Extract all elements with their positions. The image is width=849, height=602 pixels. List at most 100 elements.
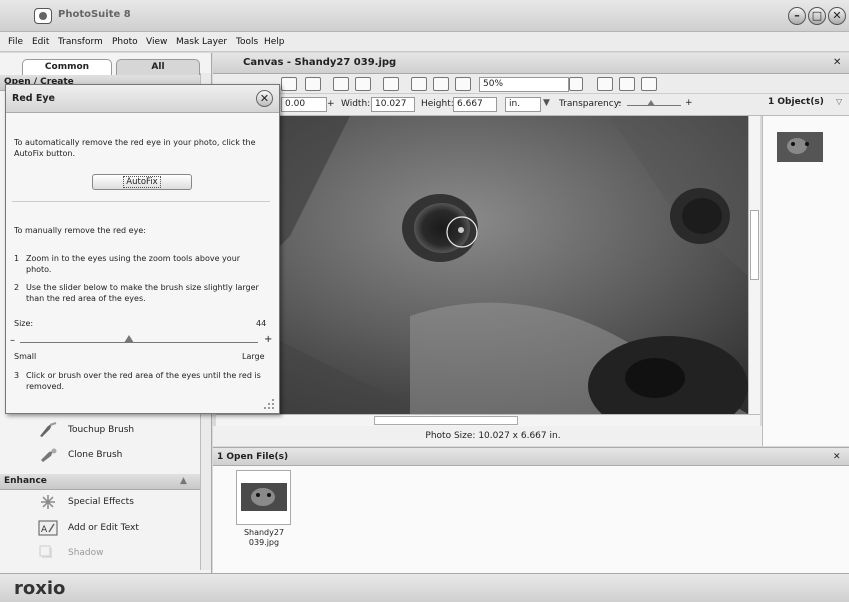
plus-icon[interactable]: + xyxy=(327,99,335,109)
photo-canvas[interactable] xyxy=(230,116,748,414)
canvas-vertical-scrollbar[interactable] xyxy=(748,116,760,414)
menu-photo[interactable]: Photo xyxy=(112,37,138,47)
size-value: 44 xyxy=(256,319,267,328)
horizontal-scroll-thumb[interactable] xyxy=(374,416,518,425)
zoom-tool-icon[interactable] xyxy=(455,77,471,91)
rotate-right-icon[interactable] xyxy=(355,77,371,91)
brush-size-slider[interactable] xyxy=(20,342,258,343)
print-icon[interactable] xyxy=(619,77,635,91)
open-file-name[interactable]: Shandy27 039.jpg xyxy=(232,528,296,548)
dialog-intro: To automatically remove the red eye in y… xyxy=(14,138,256,158)
menu-mask-layer[interactable]: Mask Layer xyxy=(176,37,227,47)
step-number: 2 xyxy=(14,283,20,292)
section-enhance-label: Enhance xyxy=(4,476,47,486)
zoom-in-icon[interactable] xyxy=(305,77,321,91)
width-label: Width: xyxy=(341,99,371,109)
tool-label: Touchup Brush xyxy=(68,425,135,435)
divider xyxy=(12,201,270,202)
resize-grip-icon[interactable] xyxy=(263,398,275,410)
zoom-value: 50% xyxy=(483,79,504,89)
objects-panel xyxy=(762,116,849,446)
transparency-label: Transparency: xyxy=(559,99,622,109)
object-thumbnail[interactable] xyxy=(777,132,823,162)
zoom-select[interactable]: 50% xyxy=(479,77,569,92)
unit-value: in. xyxy=(509,99,521,109)
align-icon[interactable] xyxy=(383,77,399,91)
width-value: 10.027 xyxy=(375,99,407,109)
app-logo-icon xyxy=(34,8,52,24)
transparency-slider-thumb[interactable] xyxy=(647,100,655,106)
height-value: 6.667 xyxy=(457,99,483,109)
chevron-down-icon[interactable] xyxy=(569,77,583,91)
close-icon[interactable]: ✕ xyxy=(256,90,273,107)
shadow-icon xyxy=(39,545,52,558)
save-icon[interactable] xyxy=(597,77,613,91)
transparency-minus-icon[interactable]: – xyxy=(617,98,622,108)
canvas-title-bar: Canvas - Shandy27 039.jpg ✕ xyxy=(213,53,849,74)
canvas-horizontal-scrollbar[interactable] xyxy=(216,414,760,426)
photo-size-status: Photo Size: 10.027 x 6.667 in. xyxy=(213,426,773,446)
tab-common[interactable]: Common xyxy=(22,59,112,75)
width-field[interactable]: 10.027 xyxy=(371,97,415,112)
section-enhance[interactable]: Enhance ▲ xyxy=(0,474,200,490)
minimize-button[interactable]: – xyxy=(788,7,806,25)
height-field[interactable]: 6.667 xyxy=(453,97,497,112)
menu-file[interactable]: File xyxy=(8,37,23,47)
step-text: Click or brush over the red area of the … xyxy=(26,371,261,391)
tab-all[interactable]: All xyxy=(116,59,200,75)
step-text: Use the slider below to make the brush s… xyxy=(26,283,259,303)
rotate-left-icon[interactable] xyxy=(333,77,349,91)
menu-tools[interactable]: Tools xyxy=(236,37,258,47)
roxio-logo: roxio xyxy=(14,578,66,599)
tool-label: Shadow xyxy=(68,548,104,558)
unit-select[interactable]: in. xyxy=(505,97,541,112)
canvas-title: Canvas - Shandy27 039.jpg xyxy=(243,57,397,68)
close-canvas-icon[interactable]: ✕ xyxy=(833,53,841,73)
red-eye-dialog: Red Eye ✕ To automatically remove the re… xyxy=(5,84,280,414)
manual-heading: To manually remove the red eye: xyxy=(14,226,146,235)
menu-help[interactable]: Help xyxy=(264,37,285,47)
open-files-header: 1 Open File(s) ✕ xyxy=(213,447,849,466)
size-minus-icon[interactable]: – xyxy=(10,335,15,346)
actual-size-icon[interactable] xyxy=(433,77,449,91)
autofix-label: AutoFix xyxy=(123,176,161,188)
menu-transform[interactable]: Transform xyxy=(58,37,103,47)
x-position-field[interactable]: 0.00 xyxy=(281,97,327,112)
dialog-header: Red Eye ✕ xyxy=(6,85,279,113)
footer-bar: roxio xyxy=(0,573,849,602)
close-window-button[interactable]: ✕ xyxy=(828,7,846,25)
step-text: Zoom in to the eyes using the zoom tools… xyxy=(26,254,241,274)
add-text-icon: A xyxy=(38,520,58,536)
file-thumbnail-image xyxy=(241,483,287,511)
special-effects-icon xyxy=(41,495,55,509)
vertical-scroll-thumb[interactable] xyxy=(750,210,759,280)
menu-view[interactable]: View xyxy=(146,37,167,47)
toolbar-properties: 0.00 + Width: 10.027 Height: 6.667 in. ▼… xyxy=(213,94,849,116)
open-file-thumbnail[interactable] xyxy=(236,470,291,525)
dog-photo xyxy=(230,116,748,414)
size-plus-icon[interactable]: + xyxy=(264,334,272,345)
open-files-title: 1 Open File(s) xyxy=(217,452,289,462)
maximize-button[interactable]: □ xyxy=(808,7,826,25)
tool-label: Add or Edit Text xyxy=(68,523,139,533)
close-open-files-icon[interactable]: ✕ xyxy=(833,448,841,466)
email-icon[interactable] xyxy=(641,77,657,91)
brush-size-slider-thumb[interactable] xyxy=(124,335,134,343)
tool-label: Special Effects xyxy=(68,497,134,507)
touchup-brush-icon xyxy=(40,422,57,437)
max-label: Large xyxy=(242,352,265,361)
collapse-icon: ▲ xyxy=(180,476,187,486)
menu-bar: File Edit Transform Photo View Mask Laye… xyxy=(0,32,849,52)
object-count: 1 Object(s) xyxy=(768,97,824,107)
zoom-out-icon[interactable] xyxy=(281,77,297,91)
unit-dropdown-icon[interactable]: ▼ xyxy=(543,98,550,108)
app-title: PhotoSuite 8 xyxy=(58,9,131,20)
min-label: Small xyxy=(14,352,37,361)
left-panel-tabs: Common All xyxy=(0,59,212,75)
fit-window-icon[interactable] xyxy=(411,77,427,91)
autofix-button[interactable]: AutoFix xyxy=(92,174,192,190)
x-position-value: 0.00 xyxy=(285,99,306,109)
menu-edit[interactable]: Edit xyxy=(32,37,49,47)
objects-dropdown-icon[interactable]: ▽ xyxy=(836,97,842,106)
transparency-plus-icon[interactable]: + xyxy=(685,98,693,108)
